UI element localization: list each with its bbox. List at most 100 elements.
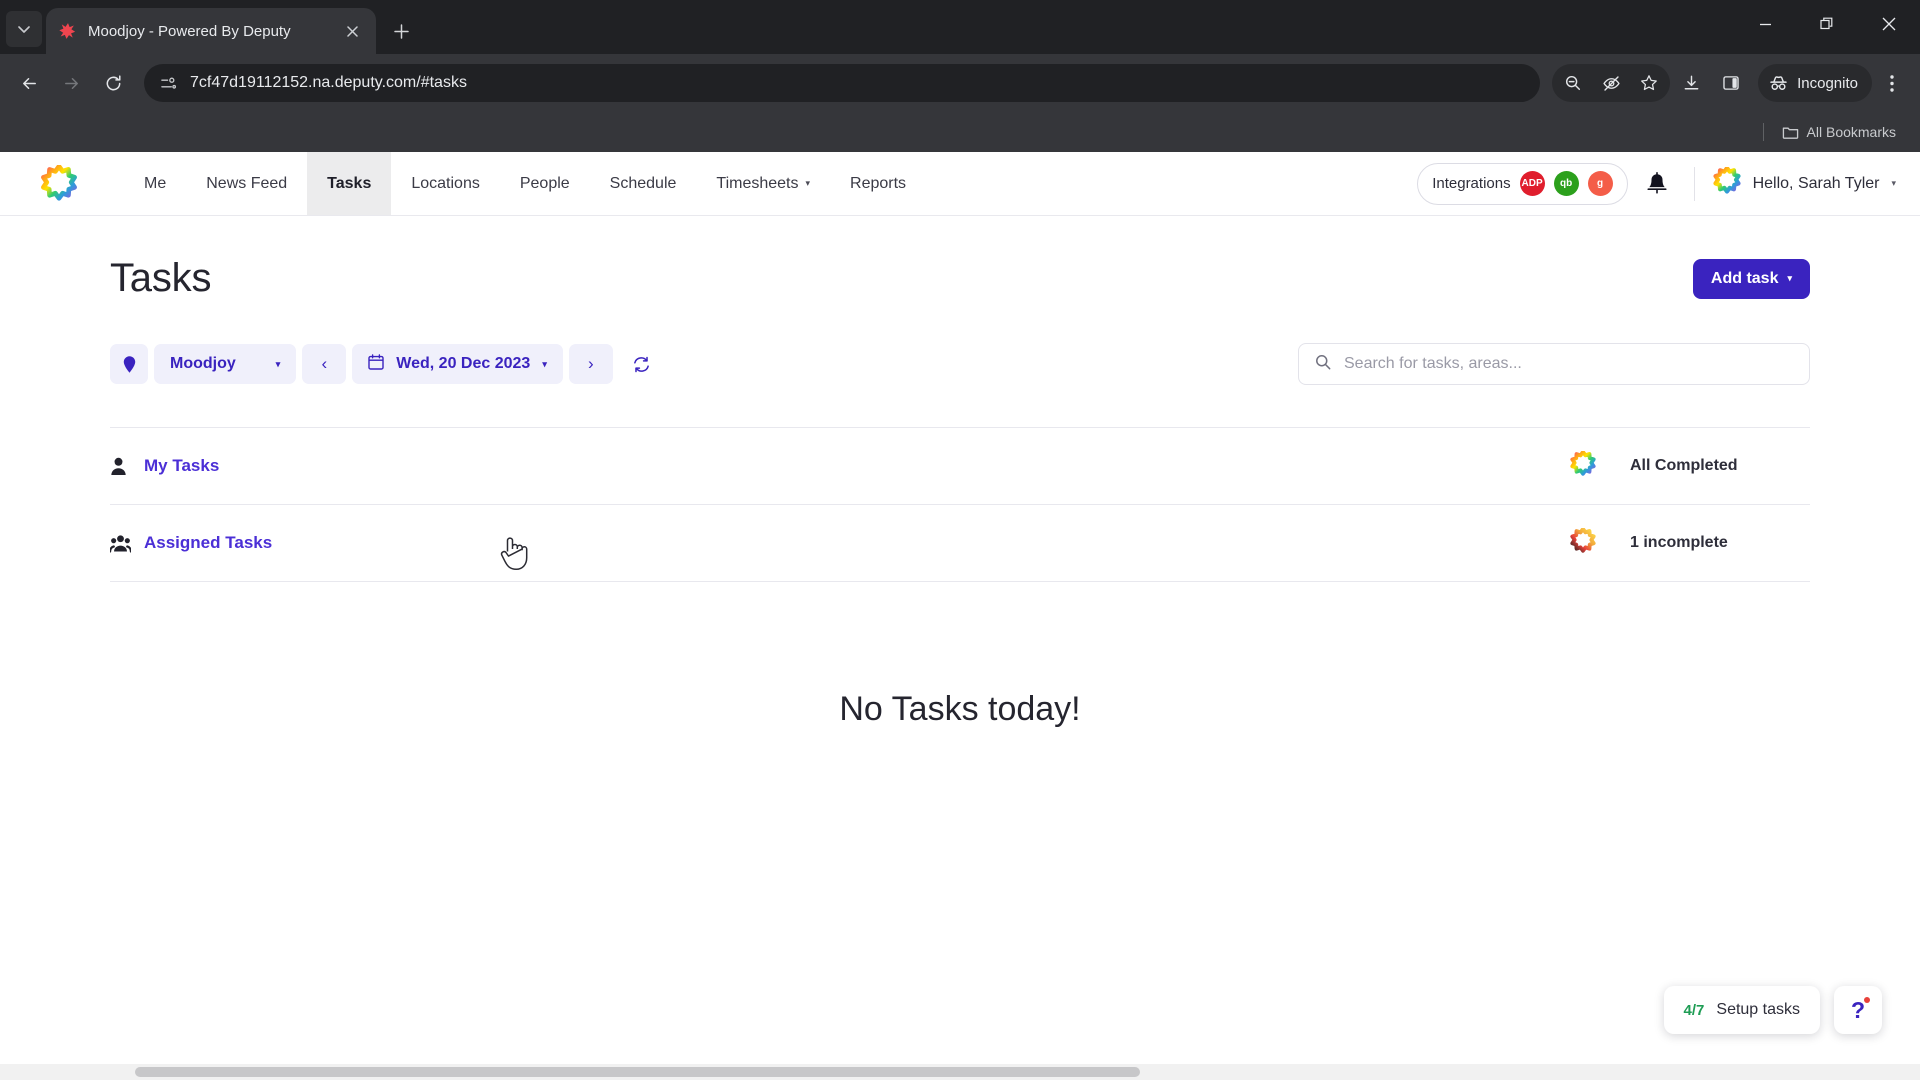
user-avatar-star — [1713, 165, 1741, 200]
nav-label: People — [519, 174, 570, 192]
nav-item-news-feed[interactable]: News Feed — [186, 152, 307, 215]
nav-right-cluster: Integrations ADP qb g Hello, Sarah Tyler… — [1417, 152, 1920, 215]
nav-item-me[interactable]: Me — [124, 152, 186, 215]
eye-slash-icon[interactable] — [1592, 64, 1630, 102]
location-pin-icon[interactable] — [110, 344, 148, 384]
badge-text: g — [1597, 178, 1604, 189]
nav-label: Reports — [850, 174, 907, 192]
toolbar-icons: Incognito — [1552, 64, 1910, 102]
browser-tab[interactable]: Moodjoy - Powered By Deputy — [46, 8, 376, 54]
prev-chevron-icon: ‹ — [321, 354, 328, 373]
forward-button[interactable] — [52, 64, 90, 102]
bookmark-star-icon[interactable] — [1630, 64, 1668, 102]
filter-controls: Moodjoy ▾ ‹ Wed, 20 Dec 2023 ▾ › — [110, 344, 665, 384]
adp-integration-badge[interactable]: ADP — [1519, 171, 1545, 196]
group-users-icon — [110, 534, 144, 553]
folder-icon — [1782, 126, 1798, 139]
minimize-button[interactable] — [1734, 0, 1796, 48]
nav-label: Me — [144, 174, 167, 192]
date-selector[interactable]: Wed, 20 Dec 2023 ▾ — [352, 344, 563, 384]
window-controls — [1734, 0, 1920, 48]
back-button[interactable] — [10, 64, 48, 102]
task-group-label[interactable]: My Tasks — [144, 456, 219, 476]
task-groups-list: My Tasks All Completed Assigned Tasks 1 … — [110, 427, 1810, 582]
chevron-down-icon: ▾ — [805, 178, 811, 188]
nav-label: Locations — [411, 174, 480, 192]
single-user-icon — [110, 457, 144, 476]
site-settings-icon[interactable] — [158, 73, 178, 93]
next-day-button[interactable]: › — [568, 344, 613, 384]
task-group-row[interactable]: My Tasks All Completed — [110, 428, 1810, 504]
download-icon[interactable] — [1672, 64, 1710, 102]
browser-menu-button[interactable] — [1874, 64, 1910, 102]
reload-button[interactable] — [94, 64, 132, 102]
chevron-down-icon: ▾ — [1787, 273, 1792, 283]
bell-icon[interactable] — [1634, 161, 1680, 207]
nav-item-tasks[interactable]: Tasks — [307, 152, 392, 215]
nav-item-schedule[interactable]: Schedule — [590, 152, 697, 215]
gusto-integration-badge[interactable]: g — [1587, 171, 1613, 196]
location-selector[interactable]: Moodjoy ▾ — [154, 344, 297, 384]
deputy-star-partial — [1570, 526, 1596, 559]
location-value: Moodjoy — [170, 355, 236, 372]
page-content: Tasks Add task ▾ Moodjoy ▾ ‹ Wed, 20 Dec… — [0, 216, 1920, 1064]
integrations-button[interactable]: Integrations ADP qb g — [1417, 162, 1628, 205]
task-group-status: All Completed — [1630, 457, 1738, 474]
search-container[interactable] — [1298, 343, 1810, 385]
browser-window: Moodjoy - Powered By Deputy 7cf47d191121… — [0, 0, 1920, 1080]
page-title: Tasks — [110, 256, 212, 300]
help-button[interactable]: ? — [1834, 986, 1882, 1034]
nav-item-people[interactable]: People — [500, 152, 590, 215]
nav-item-locations[interactable]: Locations — [391, 152, 500, 215]
zoom-out-icon[interactable] — [1554, 64, 1592, 102]
deputy-star-favicon — [58, 21, 78, 41]
incognito-label: Incognito — [1797, 74, 1858, 92]
setup-tasks-widget[interactable]: 4/7 Setup tasks — [1663, 986, 1820, 1034]
web-page: Me News Feed Tasks Locations People Sche… — [0, 152, 1920, 1080]
address-bar[interactable]: 7cf47d19112152.na.deputy.com/#tasks — [144, 64, 1541, 102]
side-panel-icon[interactable] — [1712, 64, 1750, 102]
previous-day-button[interactable]: ‹ — [302, 344, 347, 384]
next-chevron-icon: › — [588, 354, 594, 373]
quickbooks-integration-badge[interactable]: qb — [1553, 171, 1579, 196]
search-input[interactable] — [1344, 355, 1793, 373]
bookmarks-bar: All Bookmarks — [0, 112, 1920, 152]
user-greeting: Hello, Sarah Tyler — [1752, 174, 1880, 192]
nav-item-reports[interactable]: Reports — [830, 152, 926, 215]
scrollbar-thumb[interactable] — [135, 1067, 1140, 1077]
user-menu[interactable]: Hello, Sarah Tyler ▾ — [1709, 165, 1896, 200]
nav-divider — [1693, 166, 1695, 201]
bookmarks-divider — [1762, 123, 1764, 141]
refresh-button[interactable] — [619, 344, 665, 384]
tasks-toolbar: Moodjoy ▾ ‹ Wed, 20 Dec 2023 ▾ › Search … — [110, 343, 1810, 385]
setup-progress-count: 4/7 — [1683, 1001, 1705, 1019]
chevron-down-icon: ▾ — [542, 358, 547, 369]
incognito-indicator[interactable]: Incognito — [1758, 64, 1872, 102]
task-group-status: 1 incomplete — [1630, 534, 1728, 551]
search-icon — [1315, 354, 1331, 374]
add-task-button[interactable]: Add task ▾ — [1692, 258, 1810, 299]
tab-title: Moodjoy - Powered By Deputy — [88, 22, 291, 40]
calendar-icon — [368, 354, 384, 374]
horizontal-scrollbar[interactable] — [0, 1064, 1920, 1080]
all-bookmarks-button[interactable]: All Bookmarks — [1774, 120, 1904, 145]
task-group-label[interactable]: Assigned Tasks — [144, 533, 272, 553]
task-group-row[interactable]: Assigned Tasks 1 incomplete — [110, 505, 1810, 581]
deputy-rainbow-logo[interactable] — [40, 152, 124, 215]
app-navigation-bar: Me News Feed Tasks Locations People Sche… — [0, 152, 1920, 216]
badge-text: ADP — [1521, 178, 1543, 189]
close-button[interactable] — [1858, 0, 1920, 48]
close-icon[interactable] — [340, 19, 364, 43]
date-value: Wed, 20 Dec 2023 — [396, 355, 531, 372]
new-tab-button[interactable] — [384, 14, 418, 48]
browser-toolbar: 7cf47d19112152.na.deputy.com/#tasks Inco… — [0, 54, 1920, 112]
divider — [110, 581, 1810, 582]
nav-label: News Feed — [206, 174, 288, 192]
task-group-status-cluster: 1 incomplete — [1570, 526, 1810, 559]
nav-label: Tasks — [327, 174, 372, 192]
question-mark-icon: ? — [1850, 996, 1866, 1023]
tab-search-button[interactable] — [6, 11, 42, 47]
nav-item-timesheets[interactable]: Timesheets ▾ — [696, 152, 830, 215]
setup-tasks-label: Setup tasks — [1716, 1001, 1800, 1018]
restore-button[interactable] — [1796, 0, 1858, 48]
